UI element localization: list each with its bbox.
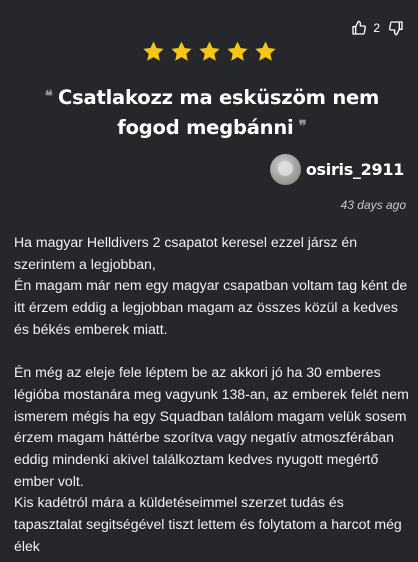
- vote-count: 2: [373, 21, 380, 35]
- vote-controls: 2: [351, 20, 404, 36]
- star-icon: [142, 41, 164, 61]
- close-quote-icon: ❞: [298, 117, 307, 135]
- review-title: Csatlakozz ma esküszöm nem fogod megbánn…: [57, 86, 380, 139]
- star-icon: [198, 41, 220, 61]
- thumbs-up-icon[interactable]: [351, 20, 367, 36]
- rating-stars: [0, 40, 418, 63]
- thumbs-down-icon[interactable]: [388, 20, 404, 36]
- star-icon: [254, 41, 276, 61]
- review-title-block: ❝ Csatlakozz ma esküszöm nem fogod megbá…: [18, 83, 406, 143]
- review-date: 43 days ago: [340, 198, 406, 212]
- star-icon: [170, 41, 192, 61]
- avatar[interactable]: [269, 154, 301, 185]
- star-icon: [226, 41, 248, 61]
- review-card: 2 ❝ Csatlakozz ma esküszöm nem fogod meg…: [0, 0, 418, 562]
- review-body: Ha magyar Helldivers 2 csapatot keresel …: [14, 234, 409, 554]
- author-name[interactable]: osiris_2911: [306, 160, 404, 179]
- author-block[interactable]: osiris_2911: [269, 154, 404, 185]
- open-quote-icon: ❝: [44, 87, 53, 105]
